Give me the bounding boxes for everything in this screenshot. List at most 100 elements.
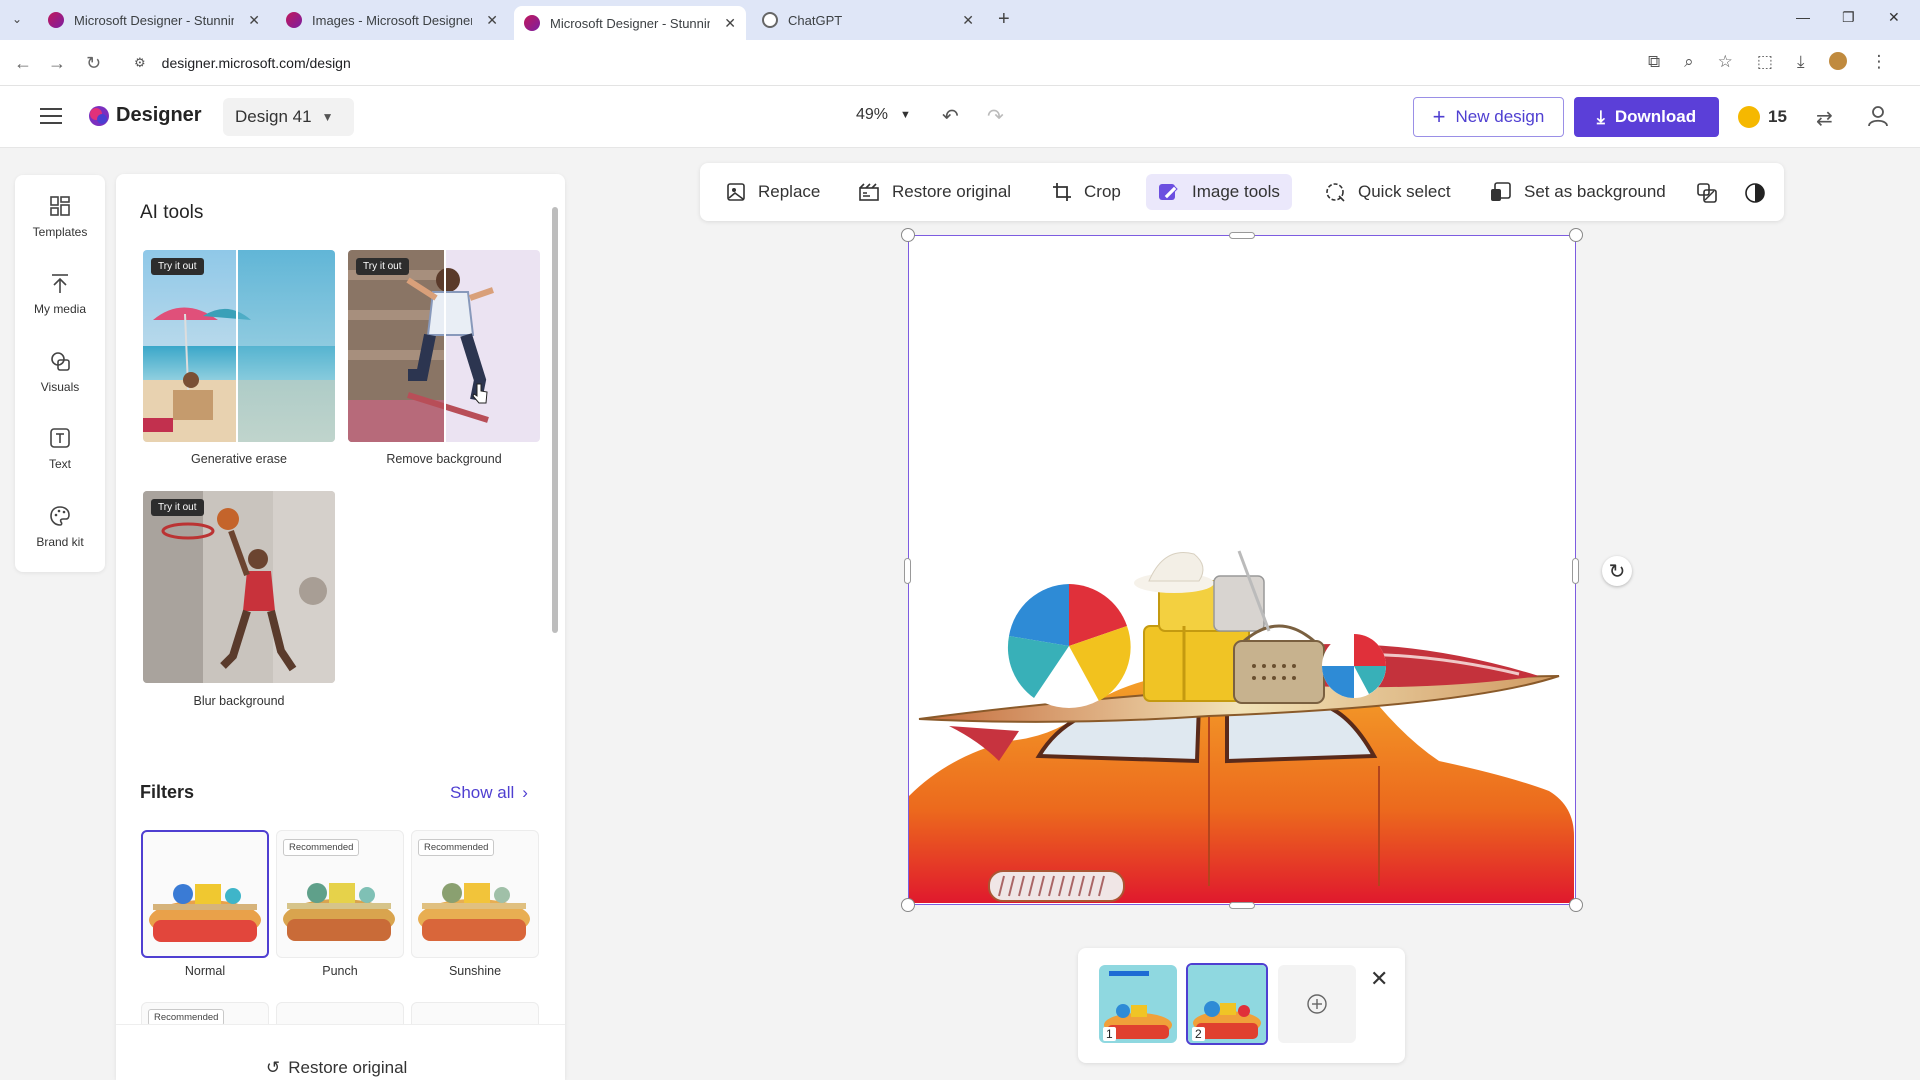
downloads-icon[interactable]: ⤓ bbox=[1797, 52, 1805, 72]
tab-title: ChatGPT bbox=[788, 12, 843, 28]
pages-strip: 1 2 ✕ bbox=[1078, 948, 1405, 1063]
resize-handle-top[interactable] bbox=[1229, 232, 1255, 239]
download-label: Download bbox=[1614, 107, 1697, 126]
url-field[interactable]: ⚙ designer.microsoft.com/design bbox=[134, 48, 1644, 78]
page-number: 1 bbox=[1103, 1027, 1116, 1041]
resize-handle-bottom-left[interactable] bbox=[901, 898, 915, 912]
close-icon[interactable]: ✕ bbox=[962, 12, 974, 29]
design-name-label: Design 41 bbox=[235, 107, 312, 126]
chatgpt-favicon-icon bbox=[762, 12, 778, 28]
coins-count: 15 bbox=[1768, 107, 1787, 126]
add-page-button[interactable] bbox=[1278, 965, 1356, 1043]
maximize-button[interactable]: ❐ bbox=[1842, 9, 1855, 26]
coin-icon bbox=[1738, 106, 1760, 128]
quick-select-icon bbox=[1326, 183, 1345, 202]
blur-background-label: Blur background bbox=[193, 694, 285, 708]
app-header: Designer Design 41 ▼ 49% ▼ ↶ ↷ + New des… bbox=[0, 86, 1920, 148]
image-tools-label: Image tools bbox=[1192, 182, 1280, 201]
resize-handle-top-right[interactable] bbox=[1569, 228, 1583, 242]
tab-chatgpt[interactable]: ChatGPT ✕ bbox=[752, 6, 984, 34]
share-icon[interactable]: ⇄ bbox=[1816, 106, 1833, 131]
blur-background-card[interactable]: Try it out bbox=[143, 491, 335, 683]
ai-tools-heading: AI tools bbox=[140, 202, 204, 223]
rail-label: Text bbox=[48, 457, 71, 471]
redo-icon[interactable]: ↷ bbox=[987, 104, 1004, 129]
ai-tools-panel: AI tools Try it out Generative erase Try… bbox=[116, 174, 565, 1080]
design-name-dropdown[interactable]: Design 41 ▼ bbox=[223, 98, 354, 136]
rail-item-visuals[interactable]: Visuals bbox=[15, 350, 105, 414]
new-design-button[interactable]: + New design bbox=[1413, 97, 1564, 137]
remove-background-card[interactable]: Try it out bbox=[348, 250, 540, 442]
browser-menu-icon[interactable]: ⋮ bbox=[1871, 52, 1888, 72]
tab-designer-active[interactable]: Microsoft Designer - Stunning d ✕ bbox=[514, 6, 746, 40]
restore-icon: ↺ bbox=[266, 1058, 281, 1077]
layers-icon[interactable] bbox=[1696, 182, 1718, 204]
replace-button[interactable]: Replace bbox=[714, 174, 832, 210]
basketball-image bbox=[143, 491, 335, 683]
reload-icon[interactable]: ↻ bbox=[86, 53, 101, 74]
image-toolbar: Replace Restore original Crop Image tool… bbox=[700, 163, 1784, 221]
rail-item-templates[interactable]: Templates bbox=[15, 195, 105, 259]
close-icon[interactable]: ✕ bbox=[486, 12, 498, 29]
extensions-icon[interactable]: ⬚ bbox=[1757, 52, 1773, 72]
new-tab-button[interactable]: + bbox=[998, 8, 1010, 31]
set-as-background-label: Set as background bbox=[1524, 182, 1666, 201]
close-icon[interactable]: ✕ bbox=[248, 12, 260, 29]
image-tools-button[interactable]: Image tools bbox=[1146, 174, 1292, 210]
resize-handle-top-left[interactable] bbox=[901, 228, 915, 242]
add-circle-icon bbox=[1307, 994, 1327, 1014]
forward-icon[interactable]: → bbox=[48, 53, 66, 74]
window-close-button[interactable]: ✕ bbox=[1888, 9, 1900, 26]
filter-punch[interactable]: Recommended bbox=[276, 830, 404, 958]
boost-coins[interactable]: 15 bbox=[1738, 106, 1787, 128]
tab-search-icon[interactable]: ⌄ bbox=[12, 12, 22, 26]
palette-icon bbox=[50, 506, 70, 526]
rail-item-text[interactable]: Text bbox=[15, 427, 105, 491]
filter-punch-label: Punch bbox=[322, 964, 358, 978]
show-all-link[interactable]: Show all › bbox=[450, 783, 528, 803]
resize-handle-left[interactable] bbox=[904, 558, 911, 584]
tab-designer-1[interactable]: Microsoft Designer - Stunning d ✕ bbox=[38, 6, 270, 34]
download-icon: ⤓ bbox=[1596, 106, 1605, 127]
zoom-dropdown[interactable]: 49% ▼ bbox=[856, 106, 911, 124]
rotate-icon[interactable]: ↻ bbox=[1602, 556, 1632, 586]
rail-item-my-media[interactable]: My media bbox=[15, 272, 105, 336]
back-icon[interactable]: ← bbox=[14, 53, 32, 74]
hamburger-menu-icon[interactable] bbox=[40, 108, 62, 124]
design-canvas[interactable] bbox=[908, 235, 1576, 905]
minimize-button[interactable]: — bbox=[1796, 9, 1810, 25]
resize-handle-right[interactable] bbox=[1572, 558, 1579, 584]
remove-background-label: Remove background bbox=[386, 452, 502, 466]
tab-images[interactable]: Images - Microsoft Designer ✕ bbox=[276, 6, 508, 34]
contrast-icon[interactable] bbox=[1744, 182, 1766, 204]
panel-scrollbar[interactable] bbox=[552, 207, 558, 633]
undo-icon[interactable]: ↶ bbox=[942, 104, 959, 129]
profile-avatar-icon[interactable] bbox=[1828, 52, 1847, 70]
restore-original-tool-button[interactable]: Restore original bbox=[846, 174, 1023, 210]
filter-normal[interactable] bbox=[141, 830, 269, 958]
zoom-icon[interactable]: ⌕ bbox=[1684, 52, 1694, 72]
generative-erase-card[interactable]: Try it out bbox=[143, 250, 335, 442]
resize-handle-bottom[interactable] bbox=[1229, 902, 1255, 909]
account-icon[interactable] bbox=[1866, 104, 1890, 128]
visuals-icon bbox=[51, 352, 70, 371]
quick-select-button[interactable]: Quick select bbox=[1312, 174, 1463, 210]
install-app-icon[interactable]: ⧉ bbox=[1648, 52, 1660, 72]
resize-handle-bottom-right[interactable] bbox=[1569, 898, 1583, 912]
chevron-down-icon: ▼ bbox=[321, 110, 334, 124]
page-thumbnail-1[interactable]: 1 bbox=[1099, 965, 1177, 1043]
restore-original-button[interactable]: ↺ Restore original bbox=[266, 1058, 407, 1078]
download-button[interactable]: ⤓ Download bbox=[1574, 97, 1719, 137]
crop-button[interactable]: Crop bbox=[1040, 174, 1133, 210]
site-info-icon[interactable]: ⚙ bbox=[134, 55, 146, 71]
page-thumbnail-2[interactable]: 2 bbox=[1186, 963, 1268, 1045]
templates-icon bbox=[50, 196, 70, 216]
set-as-background-button[interactable]: Set as background bbox=[1478, 174, 1678, 210]
try-it-out-tag: Try it out bbox=[356, 258, 409, 275]
car-luggage-image[interactable] bbox=[909, 236, 1574, 903]
close-icon[interactable]: ✕ bbox=[724, 15, 736, 32]
bookmark-star-icon[interactable]: ☆ bbox=[1718, 52, 1733, 72]
rail-item-brand-kit[interactable]: Brand kit bbox=[15, 505, 105, 569]
close-pages-icon[interactable]: ✕ bbox=[1370, 966, 1388, 992]
filter-sunshine[interactable]: Recommended bbox=[411, 830, 539, 958]
